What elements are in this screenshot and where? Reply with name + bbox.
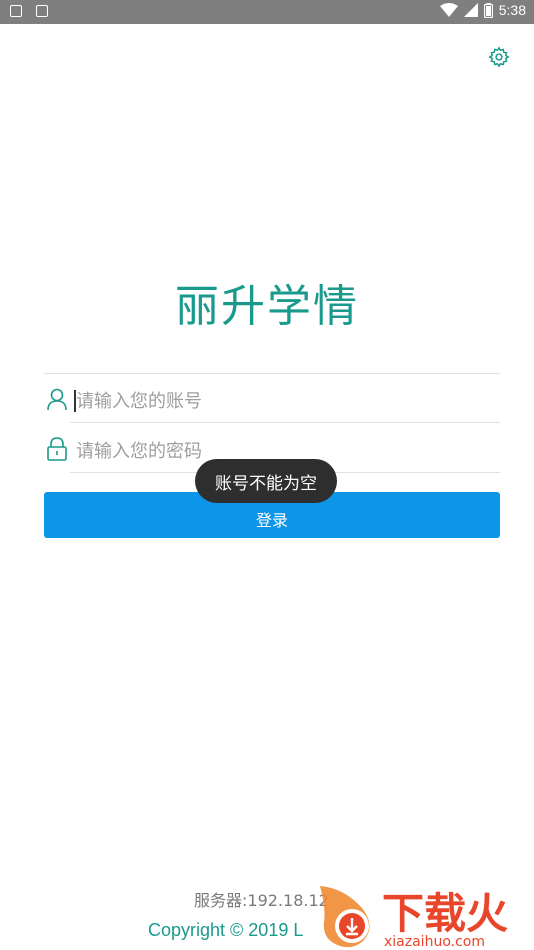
watermark-logo: 下载火 xiazaihuo.com [314,878,534,950]
account-input[interactable] [74,382,498,420]
status-notifications [10,5,48,17]
server-address: 服务器:192.18.12 [194,891,329,910]
user-icon [47,388,67,411]
settings-button[interactable] [488,46,510,68]
lock-icon [47,437,67,461]
battery-icon [483,2,493,18]
account-divider [70,422,500,423]
toast-message: 账号不能为空 [195,459,337,503]
account-field[interactable] [44,376,500,422]
text-cursor [74,390,76,412]
login-screen: 5:38 丽升学情 登录 账号不能为空 服务器:192.18. [0,0,534,950]
app-a-icon [36,5,48,17]
status-system: 5:38 [439,2,526,18]
watermark-domain: xiazaihuo.com [384,934,485,950]
status-bar: 5:38 [0,0,534,24]
app-title: 丽升学情 [175,281,359,332]
watermark-graphic: 下载火 xiazaihuo.com [320,886,508,950]
status-time: 5:38 [498,2,526,18]
notification-icon [10,5,22,17]
copyright-text: Copyright © 2019 L [148,920,304,940]
gear-icon [488,46,510,68]
form-top-divider [44,373,500,374]
wifi-icon [439,3,458,17]
signal-icon [463,3,478,17]
watermark-brand: 下载火 [382,889,508,938]
